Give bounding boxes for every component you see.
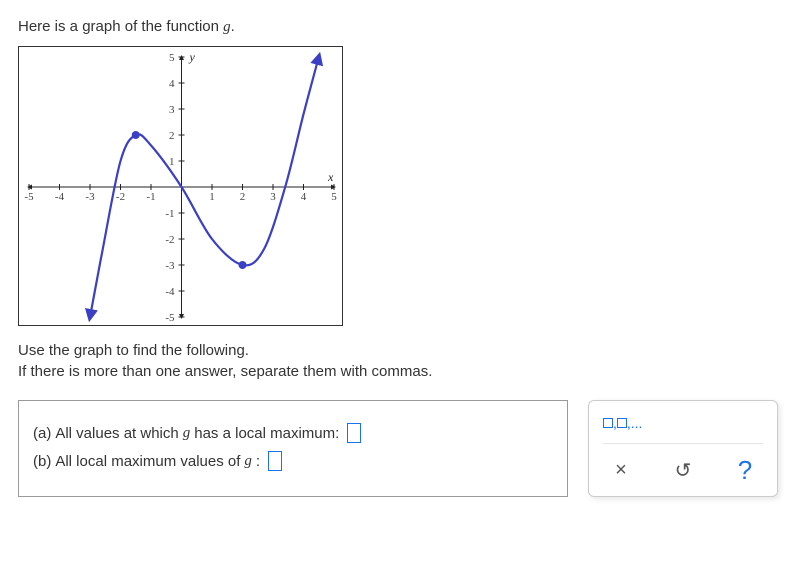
svg-text:-2: -2 <box>116 191 125 203</box>
qb-g: g <box>244 453 252 470</box>
svg-text:x: x <box>327 170 334 184</box>
svg-text:3: 3 <box>169 104 175 116</box>
answer-input-b[interactable] <box>268 451 282 471</box>
help-icon: ? <box>738 455 752 486</box>
answer-row: (a) All values at which g has a local ma… <box>18 400 782 497</box>
svg-text:4: 4 <box>301 191 307 203</box>
list-format-hint[interactable]: ,,... <box>603 411 763 443</box>
placeholder-box-icon <box>617 418 627 428</box>
reset-icon: ↺ <box>675 458 692 483</box>
svg-text:-3: -3 <box>165 260 175 272</box>
svg-text:-1: -1 <box>146 191 155 203</box>
svg-text:3: 3 <box>270 191 276 203</box>
answer-input-a[interactable] <box>347 423 361 443</box>
answer-box: (a) All values at which g has a local ma… <box>18 400 568 497</box>
qa-g: g <box>183 425 191 442</box>
hint-tail: ,... <box>627 415 643 431</box>
instruction-line-2: If there is more than one answer, separa… <box>18 361 782 382</box>
svg-text:-5: -5 <box>24 191 34 203</box>
qb-prefix: (b) <box>33 453 51 470</box>
clear-button[interactable]: × <box>603 454 639 486</box>
svg-text:5: 5 <box>331 191 337 203</box>
svg-text:4: 4 <box>169 78 175 90</box>
qa-text2: has a local maximum: <box>194 425 339 442</box>
function-graph: -5 -4 -3 -2 -1 1 2 3 4 5 -5 -4 -3 -2 -1 1 2 3 4 5 x y <box>19 47 343 326</box>
svg-text:-3: -3 <box>85 191 95 203</box>
tool-panel: ,,... × ↺ ? <box>588 400 778 497</box>
x-icon: × <box>615 459 627 482</box>
graph-container: -5 -4 -3 -2 -1 1 2 3 4 5 -5 -4 -3 -2 -1 1 2 3 4 5 x y <box>18 46 343 326</box>
instruction-line-1: Use the graph to find the following. <box>18 340 782 361</box>
svg-text:2: 2 <box>169 130 175 142</box>
svg-text:2: 2 <box>240 191 246 203</box>
prompt-text: Here is a graph of the function g. <box>18 18 782 36</box>
prompt-g: g <box>223 19 231 35</box>
svg-text:y: y <box>189 50 196 64</box>
question-b: (b) All local maximum values of g : <box>33 451 553 471</box>
prompt-part2: . <box>231 18 235 35</box>
qa-prefix: (a) <box>33 425 51 442</box>
qa-text1: All values at which <box>55 425 178 442</box>
qb-text1: All local maximum values of <box>55 453 240 470</box>
question-a: (a) All values at which g has a local ma… <box>33 423 553 443</box>
instructions: Use the graph to find the following. If … <box>18 340 782 382</box>
svg-text:1: 1 <box>209 191 215 203</box>
svg-text:-4: -4 <box>165 286 175 298</box>
reset-button[interactable]: ↺ <box>665 454 701 486</box>
svg-text:-2: -2 <box>165 234 174 246</box>
help-button[interactable]: ? <box>727 454 763 486</box>
svg-text:-1: -1 <box>165 208 174 220</box>
qb-text2: : <box>256 453 260 470</box>
tool-bottom-row: × ↺ ? <box>603 443 763 486</box>
svg-text:5: 5 <box>169 52 175 64</box>
placeholder-box-icon <box>603 418 613 428</box>
svg-text:-5: -5 <box>165 312 175 324</box>
prompt-part1: Here is a graph of the function <box>18 18 223 35</box>
svg-text:1: 1 <box>169 156 175 168</box>
svg-text:-4: -4 <box>55 191 65 203</box>
